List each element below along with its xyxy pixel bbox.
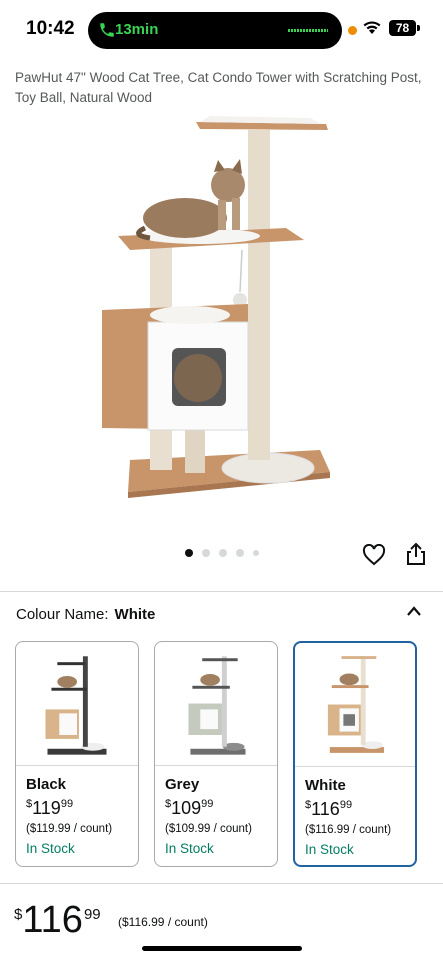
- status-bar: 10:42 13min 78: [0, 0, 443, 60]
- swatch-name: Grey: [165, 776, 200, 793]
- carousel-dot[interactable]: [202, 549, 210, 557]
- swatch-price-whole: 119: [32, 798, 61, 818]
- swatch-price-fraction: 99: [339, 799, 353, 811]
- main-price: $ 116 99: [14, 900, 101, 940]
- swatch-name: White: [305, 777, 346, 794]
- swatch-white[interactable]: White $11699 ($116.99 / count) In Stock: [293, 641, 417, 867]
- carousel-dot[interactable]: [219, 549, 227, 557]
- cat-tree-image[interactable]: [90, 110, 350, 510]
- swatch-black-image: [16, 642, 138, 766]
- colour-selected-value: White: [114, 606, 156, 623]
- section-divider: [0, 591, 443, 592]
- image-carousel-dots[interactable]: [185, 549, 259, 557]
- chevron-up-icon[interactable]: [405, 605, 423, 617]
- phone-icon: [100, 23, 114, 37]
- swatch-price-whole: 116: [311, 799, 340, 819]
- product-title[interactable]: PawHut 47" Wood Cat Tree, Cat Condo Towe…: [15, 68, 430, 108]
- carousel-dot[interactable]: [253, 550, 259, 556]
- wifi-icon: [363, 21, 381, 34]
- section-divider: [0, 883, 443, 884]
- swatch-name: Black: [26, 776, 67, 793]
- battery-level: 78: [389, 20, 416, 36]
- dynamic-island[interactable]: 13min: [88, 12, 342, 49]
- price-per-unit: ($116.99 / count): [118, 915, 208, 929]
- call-duration: 13min: [115, 21, 159, 38]
- price-fraction: 99: [83, 906, 101, 923]
- colour-name-label: Colour Name: White: [16, 606, 155, 623]
- home-indicator[interactable]: [142, 946, 302, 951]
- price-whole: 116: [22, 899, 83, 941]
- swatch-price: $10999: [165, 798, 213, 819]
- swatch-price-whole: 109: [171, 798, 202, 818]
- swatch-price-fraction: 99: [201, 798, 214, 810]
- swatch-unit-price: ($109.99 / count): [165, 823, 252, 835]
- colour-swatches: Black $11999 ($119.99 / count) In Stock …: [15, 641, 430, 867]
- battery-tip-icon: [417, 25, 420, 31]
- price-currency: $: [14, 906, 23, 923]
- swatch-black[interactable]: Black $11999 ($119.99 / count) In Stock: [15, 641, 139, 867]
- swatch-unit-price: ($119.99 / count): [26, 823, 113, 835]
- audio-wave-icon: [288, 29, 328, 32]
- swatch-price: $11999: [26, 798, 73, 819]
- share-icon[interactable]: [405, 542, 427, 566]
- colour-label-text: Colour Name:: [16, 606, 109, 623]
- recording-indicator-icon: [348, 26, 357, 35]
- swatch-stock-status: In Stock: [305, 842, 354, 857]
- swatch-price: $11699: [305, 799, 352, 820]
- swatch-price-fraction: 99: [60, 798, 74, 810]
- swatch-stock-status: In Stock: [26, 841, 75, 856]
- carousel-dot[interactable]: [185, 549, 193, 557]
- swatch-stock-status: In Stock: [165, 841, 214, 856]
- status-time: 10:42: [26, 18, 75, 39]
- heart-icon[interactable]: [362, 544, 386, 566]
- swatch-unit-price: ($116.99 / count): [305, 824, 392, 836]
- swatch-grey-image: [155, 642, 277, 766]
- swatch-white-image: [295, 643, 415, 767]
- swatch-grey[interactable]: Grey $10999 ($109.99 / count) In Stock: [154, 641, 278, 867]
- carousel-dot[interactable]: [236, 549, 244, 557]
